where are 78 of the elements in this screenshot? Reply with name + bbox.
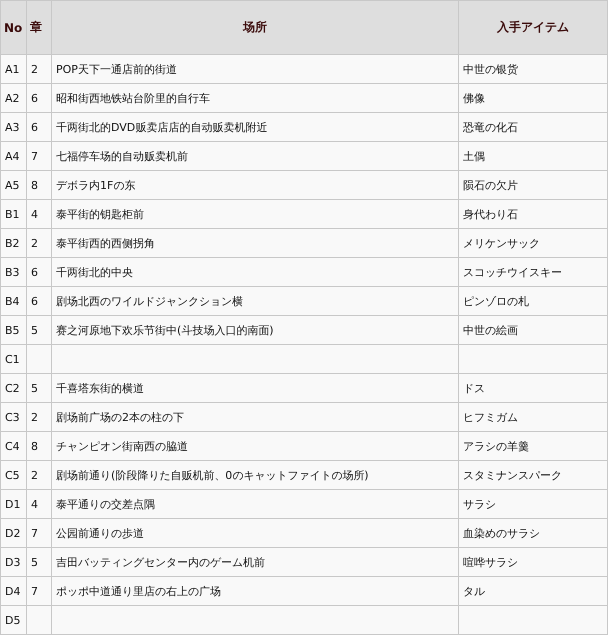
chapter-cell: 2 [26, 54, 52, 84]
row-number: C4 [0, 432, 26, 460]
location-cell: 昭和街西地铁站台阶里的自行车 [52, 84, 458, 112]
chapter-cell: 7 [26, 518, 52, 548]
row-number: B5 [0, 316, 26, 344]
chapter-cell: 4 [26, 490, 52, 518]
row-number: A1 [0, 54, 26, 84]
chapter-cell: 2 [26, 228, 52, 258]
chapter-cell: 5 [26, 316, 52, 344]
row-number: D4 [0, 576, 26, 606]
location-cell: 千两街北的DVD贩卖店店的自动贩卖机附近 [52, 112, 458, 142]
location-cell: 吉田バッティングセンター内のゲーム机前 [52, 548, 458, 576]
item-cell: ヒフミガム [458, 402, 608, 432]
item-cell: タル [458, 576, 608, 606]
row-number: A5 [0, 170, 26, 200]
chapter-cell: 5 [26, 548, 52, 576]
chapter-cell: 7 [26, 142, 52, 170]
row-number: A3 [0, 112, 26, 142]
chapter-cell: 6 [26, 112, 52, 142]
row-number: B1 [0, 200, 26, 228]
chapter-cell: 2 [26, 460, 52, 490]
location-cell: デボラ内1Fの东 [52, 170, 458, 200]
item-cell: 中世の银货 [458, 54, 608, 84]
location-cell: 剧场前通り(阶段降りた自贩机前、0のキャットファイトの场所) [52, 460, 458, 490]
row-number: B2 [0, 228, 26, 258]
location-cell: 泰平街西的西侧拐角 [52, 228, 458, 258]
chapter-cell: 8 [26, 170, 52, 200]
location-cell: 剧场前广场の2本の柱の下 [52, 402, 458, 432]
column-header: 入手アイテム [458, 0, 608, 54]
row-number: D3 [0, 548, 26, 576]
location-cell: 赛之河原地下欢乐节街中(斗技场入口的南面) [52, 316, 458, 344]
location-cell: 泰平街的钥匙柜前 [52, 200, 458, 228]
item-cell: 血染めのサラシ [458, 518, 608, 548]
item-cell: ピンゾロの札 [458, 286, 608, 316]
location-cell: 七福停车场的自动贩卖机前 [52, 142, 458, 170]
item-cell: 陨石の欠片 [458, 170, 608, 200]
location-cell: 千喜塔东街的横道 [52, 374, 458, 402]
row-number: D1 [0, 490, 26, 518]
location-cell: 千两街北的中央 [52, 258, 458, 286]
item-cell: ドス [458, 374, 608, 402]
row-number: B4 [0, 286, 26, 316]
item-cell: 喧哗サラシ [458, 548, 608, 576]
chapter-cell: 4 [26, 200, 52, 228]
location-cell: ポッポ中道通り里店の右上の广场 [52, 576, 458, 606]
chapter-cell: 8 [26, 432, 52, 460]
column-header: 章 [26, 0, 52, 54]
chapter-cell: 7 [26, 576, 52, 606]
location-cell: 剧场北西のワイルドジャンクション横 [52, 286, 458, 316]
item-cell: 身代わり石 [458, 200, 608, 228]
item-cell: メリケンサック [458, 228, 608, 258]
item-cell: 恐竜の化石 [458, 112, 608, 142]
row-number: D5 [0, 606, 26, 634]
item-cell: サラシ [458, 490, 608, 518]
row-number: C5 [0, 460, 26, 490]
row-number: A2 [0, 84, 26, 112]
row-number: A4 [0, 142, 26, 170]
location-cell: POP天下一通店前的街道 [52, 54, 458, 84]
item-cell: スコッチウイスキー [458, 258, 608, 286]
chapter-cell: 6 [26, 286, 52, 316]
item-cell: 佛像 [458, 84, 608, 112]
item-cell: アラシの羊羹 [458, 432, 608, 460]
column-header: 场所 [52, 0, 458, 54]
location-cell: 泰平通りの交差点隅 [52, 490, 458, 518]
chapter-cell: 2 [26, 402, 52, 432]
item-cell: スタミナンスパーク [458, 460, 608, 490]
row-number: C2 [0, 374, 26, 402]
row-number: D2 [0, 518, 26, 548]
location-cell: チャンピオン街南西の脇道 [52, 432, 458, 460]
item-cell: 土偶 [458, 142, 608, 170]
chapter-cell: 6 [26, 258, 52, 286]
chapter-cell: 6 [26, 84, 52, 112]
item-cell: 中世の絵画 [458, 316, 608, 344]
row-number: C1 [0, 344, 26, 374]
row-number: B3 [0, 258, 26, 286]
row-number: C3 [0, 402, 26, 432]
chapter-cell: 5 [26, 374, 52, 402]
location-cell: 公园前通りの歩道 [52, 518, 458, 548]
column-header: No [0, 0, 26, 54]
